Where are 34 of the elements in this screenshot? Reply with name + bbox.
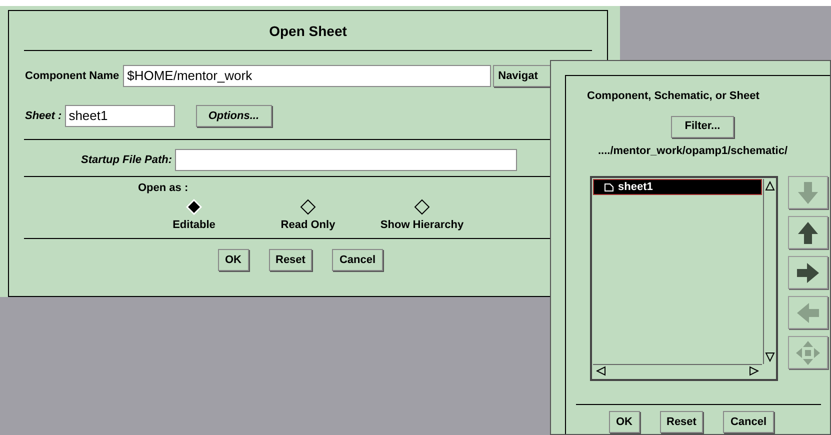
cancel-button[interactable]: Cancel bbox=[723, 411, 774, 433]
scroll-down-icon[interactable] bbox=[765, 352, 775, 362]
input-field[interactable]: $HOME/mentor_work bbox=[123, 65, 492, 87]
scroll-left-icon[interactable] bbox=[596, 366, 606, 376]
ok-button[interactable]: OK bbox=[218, 249, 248, 271]
horizontal-scrollbar[interactable] bbox=[593, 364, 762, 378]
ok-button[interactable]: OK bbox=[609, 411, 640, 433]
list-item[interactable]: sheet1 bbox=[593, 179, 762, 195]
field-label: Sheet : bbox=[25, 108, 62, 124]
radio-button[interactable] bbox=[414, 198, 430, 214]
reset-button[interactable]: Reset bbox=[268, 249, 312, 271]
arrow-button[interactable] bbox=[788, 216, 828, 249]
dialog-title: Component, Schematic, or Sheet bbox=[587, 89, 760, 104]
input-field[interactable]: sheet1 bbox=[64, 105, 175, 127]
radio-label: Editable bbox=[172, 218, 216, 232]
group-label: Open as : bbox=[138, 181, 190, 196]
cancel-button[interactable]: Cancel bbox=[332, 249, 383, 271]
dialog-title: Open Sheet bbox=[269, 22, 347, 41]
arrow-button[interactable] bbox=[788, 256, 828, 289]
scroll-right-icon[interactable] bbox=[749, 366, 759, 376]
vertical-scrollbar[interactable] bbox=[763, 179, 775, 364]
radio-button[interactable] bbox=[300, 198, 316, 214]
field-label: Component Name bbox=[25, 68, 120, 84]
sheet-icon bbox=[604, 182, 614, 192]
filter-button[interactable]: Filter... bbox=[671, 116, 734, 138]
input-field[interactable] bbox=[175, 149, 518, 171]
reset-button[interactable]: Reset bbox=[660, 411, 704, 433]
file-list[interactable]: sheet1 bbox=[590, 176, 778, 381]
options-button[interactable]: Options... bbox=[196, 105, 272, 127]
scroll-up-icon[interactable] bbox=[765, 181, 775, 191]
path-label: ..../mentor_work/opamp1/schematic/ bbox=[598, 144, 789, 158]
field-label: Startup File Path: bbox=[81, 152, 172, 168]
radio-label: Show Hierarchy bbox=[380, 218, 464, 232]
radio-label: Read Only bbox=[280, 218, 336, 232]
